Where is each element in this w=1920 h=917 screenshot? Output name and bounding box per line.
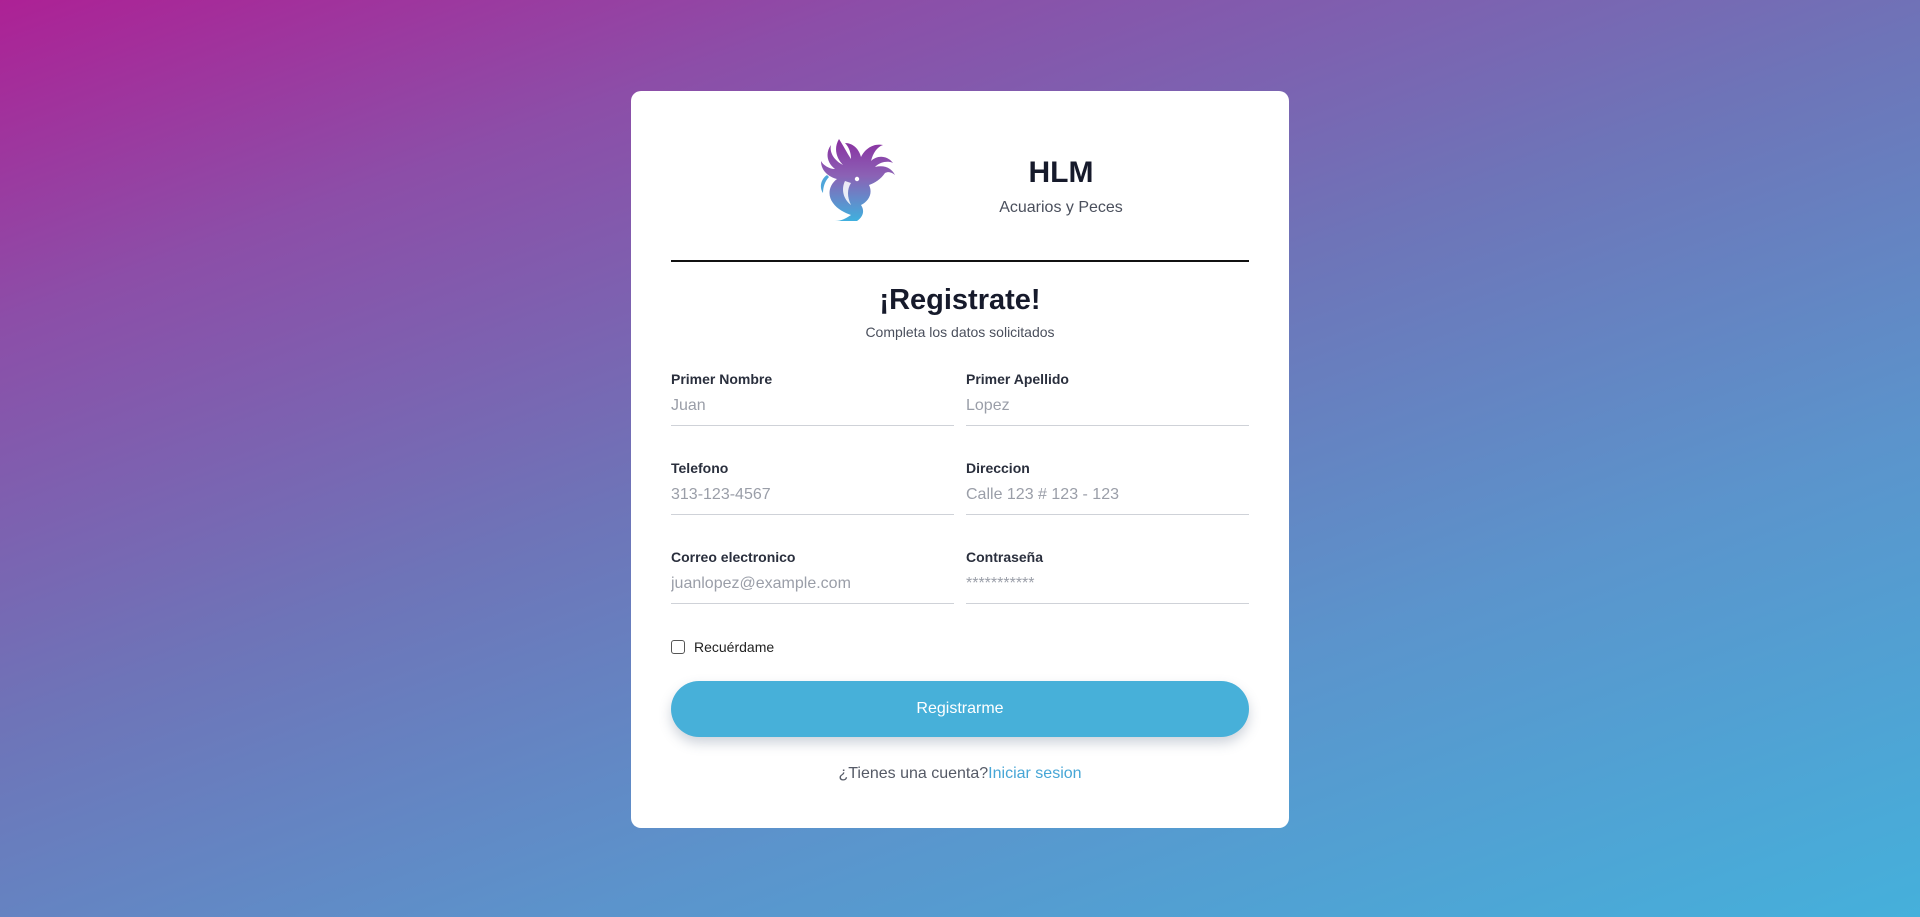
register-card: HLM Acuarios y Peces ¡Registrate! Comple… xyxy=(631,91,1289,828)
fish-logo-icon xyxy=(820,139,895,221)
brand-header: HLM Acuarios y Peces xyxy=(671,91,1249,262)
email-input[interactable] xyxy=(671,566,954,604)
password-field: Contraseña xyxy=(966,548,1249,637)
brand-text: HLM Acuarios y Peces xyxy=(961,155,1161,217)
checkbox-unchecked-icon[interactable] xyxy=(671,640,685,654)
remember-me-label: Recuérdame xyxy=(694,639,775,655)
address-field: Direccion xyxy=(966,459,1249,548)
password-input[interactable] xyxy=(966,566,1249,604)
email-label: Correo electronico xyxy=(671,549,796,565)
address-label: Direccion xyxy=(966,460,1030,476)
email-field: Correo electronico xyxy=(671,548,954,637)
login-prompt: ¿Tienes una cuenta?Iniciar sesion xyxy=(671,765,1249,783)
brand-name: HLM xyxy=(1028,156,1094,189)
form-heading: ¡Registrate! Completa los datos solicita… xyxy=(671,282,1249,340)
password-label: Contraseña xyxy=(966,549,1044,565)
page-subtitle: Completa los datos solicitados xyxy=(865,324,1055,340)
form-grid: Primer Nombre Primer Apellido Telefono D… xyxy=(671,370,1249,637)
phone-label: Telefono xyxy=(671,460,729,476)
login-prompt-text: ¿Tienes una cuenta? xyxy=(838,765,989,782)
phone-input[interactable] xyxy=(671,477,954,515)
register-button[interactable]: Registrarme xyxy=(671,681,1249,737)
first-name-label: Primer Nombre xyxy=(671,371,773,387)
first-name-input[interactable] xyxy=(671,388,954,426)
first-name-field: Primer Nombre xyxy=(671,370,954,459)
login-link[interactable]: Iniciar sesion xyxy=(988,765,1081,782)
last-name-input[interactable] xyxy=(966,388,1249,426)
brand-tagline: Acuarios y Peces xyxy=(999,199,1123,216)
page-title: ¡Registrate! xyxy=(879,284,1041,316)
address-input[interactable] xyxy=(966,477,1249,515)
phone-field: Telefono xyxy=(671,459,954,548)
last-name-field: Primer Apellido xyxy=(966,370,1249,459)
remember-me[interactable]: Recuérdame xyxy=(671,637,1249,657)
last-name-label: Primer Apellido xyxy=(966,371,1069,387)
